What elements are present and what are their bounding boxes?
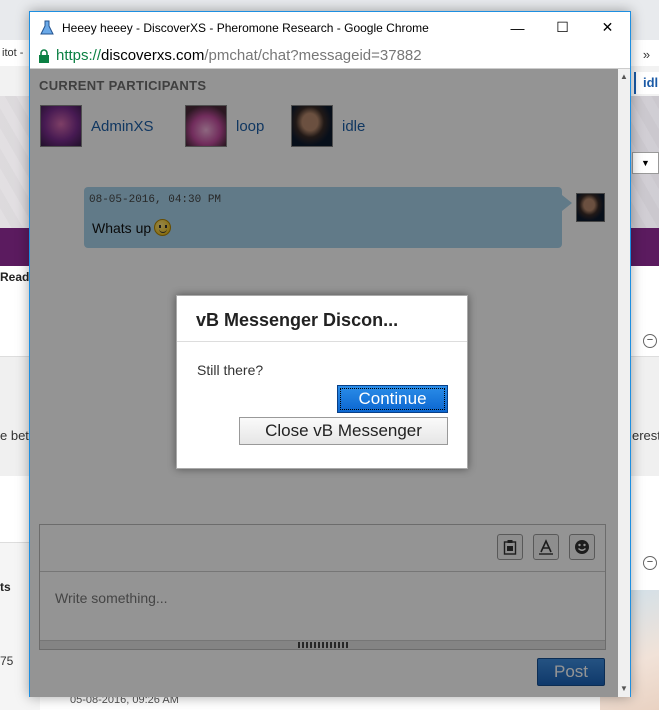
url-scheme: https:// <box>56 47 102 64</box>
dialog-divider <box>177 341 467 342</box>
scroll-up-icon[interactable]: ▲ <box>618 71 630 83</box>
collapse-icon[interactable]: − <box>643 334 657 348</box>
flask-icon <box>38 19 56 37</box>
background-user-link[interactable]: idl <box>634 72 659 94</box>
background-count: 75 <box>0 654 14 668</box>
vertical-scrollbar[interactable]: ▲ ▼ <box>618 69 630 697</box>
continue-button[interactable]: Continue <box>337 385 448 413</box>
close-window-button[interactable]: ✕ <box>585 12 630 43</box>
lock-icon[interactable] <box>38 48 50 63</box>
background-read-label[interactable]: Read <box>0 270 29 284</box>
maximize-button[interactable]: ☐ <box>540 12 585 43</box>
title-bar[interactable]: Heeey heeey - DiscoverXS - Pheromone Res… <box>30 12 630 43</box>
minimize-button[interactable]: — <box>495 12 540 43</box>
url-host: discoverxs.com <box>101 47 205 64</box>
dialog-message: Still there? <box>197 362 264 378</box>
background-column-label: ts <box>0 580 11 594</box>
disconnect-dialog: vB Messenger Discon... Still there? Cont… <box>176 295 468 469</box>
close-messenger-button[interactable]: Close vB Messenger <box>239 417 448 445</box>
url-text[interactable]: https://discoverxs.com/pmchat/chat?messa… <box>56 47 422 64</box>
popup-window: Heeey heeey - DiscoverXS - Pheromone Res… <box>29 11 631 697</box>
window-title: Heeey heeey - DiscoverXS - Pheromone Res… <box>62 20 429 35</box>
background-select[interactable]: ▼ <box>632 152 659 174</box>
address-bar[interactable]: https://discoverxs.com/pmchat/chat?messa… <box>30 43 630 69</box>
background-tab-overflow[interactable]: » <box>634 44 659 66</box>
background-text: erest <box>632 428 659 443</box>
background-text: e bet <box>0 428 29 443</box>
chat-page: CURRENT PARTICIPANTS AdminXS loop idle 0… <box>30 69 618 697</box>
scroll-down-icon[interactable]: ▼ <box>618 683 630 695</box>
collapse-icon[interactable]: − <box>643 556 657 570</box>
dialog-title: vB Messenger Discon... <box>196 310 399 330</box>
url-path: /pmchat/chat?messageid=37882 <box>204 47 422 64</box>
